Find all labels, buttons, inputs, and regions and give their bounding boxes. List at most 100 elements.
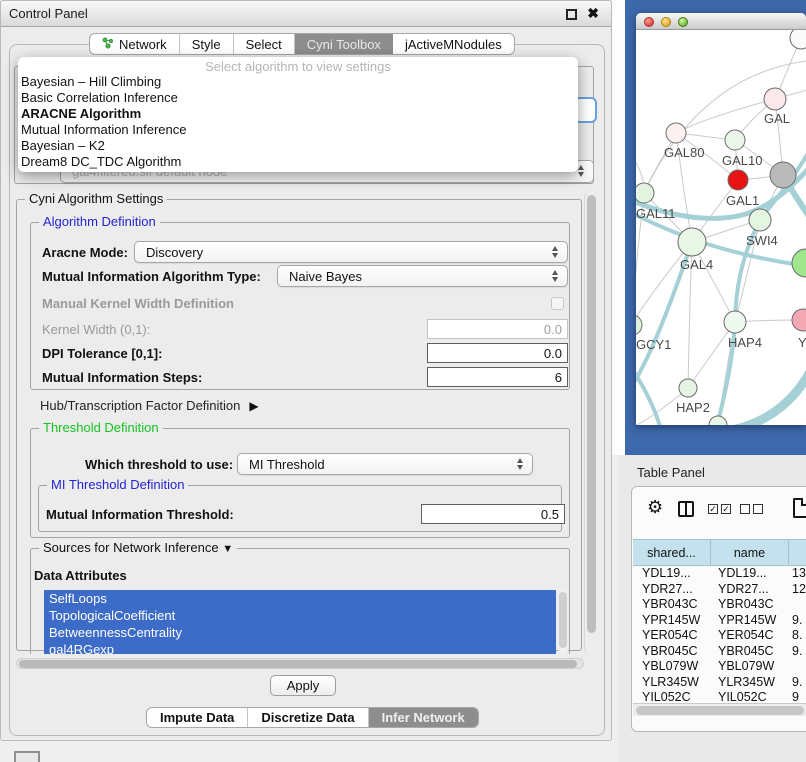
node-gal11[interactable] (636, 183, 654, 203)
close-traffic-light-icon[interactable] (644, 17, 654, 27)
dropdown-item[interactable]: Mutual Information Inference (21, 122, 186, 137)
node-gal[interactable] (764, 88, 786, 110)
aracne-mode-value: Discovery (146, 245, 203, 260)
dpi-tolerance-label: DPI Tolerance [0,1]: (42, 346, 162, 361)
table-row[interactable]: YBL079WYBL079W (633, 659, 806, 675)
list-scrollbar[interactable] (558, 590, 568, 654)
mi-type-combobox[interactable]: Naive Bayes (277, 265, 568, 287)
node[interactable] (790, 30, 806, 49)
table-row[interactable]: YLR345WYLR345W9. (633, 675, 806, 691)
chevron-down-icon: ▼ (222, 543, 233, 555)
which-threshold-combobox[interactable]: MI Threshold (237, 453, 533, 475)
tab-select[interactable]: Select (234, 34, 295, 54)
network-window-titlebar[interactable] (636, 13, 806, 30)
deselect-all-columns-icon[interactable] (740, 504, 763, 514)
column-header[interactable]: shared... (633, 539, 711, 566)
new-table-icon[interactable] (793, 498, 806, 518)
settings-horizontal-scrollbar[interactable] (16, 658, 584, 669)
tab-infer-network[interactable]: Infer Network (369, 708, 478, 727)
minimize-traffic-light-icon[interactable] (661, 17, 671, 27)
sources-expander[interactable]: Sources for Network Inference ▼ (39, 540, 237, 555)
combo-stepper-icon (517, 458, 523, 470)
zoom-traffic-light-icon[interactable] (678, 17, 688, 27)
node-label: HAP2 (676, 400, 710, 415)
column-header[interactable]: name (711, 539, 789, 566)
dropdown-item[interactable]: Dream8 DC_TDC Algorithm (21, 154, 181, 169)
node-hap2[interactable] (679, 379, 697, 397)
group-title: Algorithm Definition (39, 214, 160, 229)
node-label: GAL (764, 111, 790, 126)
node[interactable] (709, 416, 727, 425)
node-gal10[interactable] (725, 130, 745, 150)
table-panel-box: ⚙ ✓ ✓ shared... name YDL19...YDL (631, 486, 806, 732)
node-label: GAL4 (680, 257, 713, 272)
list-item[interactable]: gal4RGexp (44, 641, 556, 654)
manual-kernel-label: Manual Kernel Width Definition (42, 296, 234, 311)
list-item[interactable]: BetweennessCentrality (44, 624, 556, 641)
tab-label: Style (192, 37, 221, 52)
node-gcy1[interactable] (636, 315, 642, 335)
hub-definition-label: Hub/Transcription Factor Definition (40, 398, 240, 413)
table-row[interactable]: YIL052CYIL052C9 (633, 690, 806, 703)
tab-impute-data[interactable]: Impute Data (147, 708, 248, 727)
settings-vertical-scrollbar[interactable] (584, 192, 597, 654)
table-row[interactable]: YDR27...YDR27...12 (633, 582, 806, 598)
mi-steps-label: Mutual Information Steps: (42, 370, 202, 385)
tab-label: Cyni Toolbox (307, 37, 381, 52)
tab-network[interactable]: Network (90, 34, 180, 54)
table-row[interactable]: YBR043CYBR043C (633, 597, 806, 613)
mi-threshold-field[interactable]: 0.5 (421, 504, 565, 524)
dropdown-item[interactable]: Bayesian – Hill Climbing (21, 74, 161, 89)
table-toolbar: ⚙ ✓ ✓ (632, 487, 806, 537)
float-window-icon[interactable] (566, 9, 577, 20)
node-gal4[interactable] (678, 228, 706, 256)
tab-jactivemnodules[interactable]: jActiveMNodules (393, 34, 514, 54)
tab-cyni-toolbox[interactable]: Cyni Toolbox (295, 34, 393, 54)
columns-icon[interactable] (678, 501, 694, 517)
table-row[interactable]: YER054CYER054C8. (633, 628, 806, 644)
panel-title: Control Panel (9, 6, 88, 21)
aracne-mode-combobox[interactable]: Discovery (134, 241, 568, 263)
table-row[interactable]: YBR045CYBR045C9. (633, 644, 806, 660)
manual-kernel-checkbox[interactable] (551, 297, 564, 310)
node-label: Y (798, 335, 806, 350)
hub-definition-expander[interactable]: Hub/Transcription Factor Definition ▶ (40, 398, 259, 413)
node-y[interactable] (792, 309, 806, 331)
table-horizontal-scrollbar[interactable] (633, 703, 806, 716)
mi-type-value: Naive Bayes (289, 269, 362, 284)
node-green[interactable] (792, 249, 806, 277)
node-swi4[interactable] (749, 209, 771, 231)
dropdown-item[interactable]: Basic Correlation Inference (21, 90, 178, 105)
node-gal80[interactable] (666, 123, 686, 143)
dpi-tolerance-field[interactable]: 0.0 (427, 343, 568, 363)
select-all-columns-icon[interactable]: ✓ ✓ (708, 504, 731, 514)
table-row[interactable]: YDL19...YDL19...13 (633, 566, 806, 582)
kernel-width-field[interactable]: 0.0 (427, 319, 568, 339)
tab-style[interactable]: Style (180, 34, 234, 54)
close-icon[interactable]: ✖ (587, 5, 599, 22)
mi-steps-field[interactable]: 6 (427, 367, 568, 387)
node-gray[interactable] (770, 162, 796, 188)
network-view-window[interactable]: GAL GAL80 GAL10 GAL1 GAL11 SWI4 GAL4 GCY… (636, 13, 806, 425)
apply-button[interactable]: Apply (270, 675, 336, 696)
control-panel-titlebar[interactable]: Control Panel ✖ (1, 1, 611, 27)
node-label: SWI4 (746, 233, 778, 248)
column-header[interactable] (789, 539, 806, 566)
combo-stepper-icon (552, 270, 558, 282)
sources-title: Sources for Network Inference (43, 540, 219, 555)
table-row[interactable]: YPR145WYPR145W9. (633, 613, 806, 629)
node-gal1[interactable] (728, 170, 748, 190)
minimized-panel-icon[interactable] (14, 751, 40, 762)
dropdown-item[interactable]: Bayesian – K2 (21, 138, 105, 153)
data-attributes-list: SelfLoops TopologicalCoefficient Between… (44, 590, 556, 654)
tab-discretize-data[interactable]: Discretize Data (248, 708, 368, 727)
gear-icon[interactable]: ⚙ (647, 497, 663, 518)
list-item[interactable]: SelfLoops (44, 590, 556, 607)
network-canvas[interactable]: GAL GAL80 GAL10 GAL1 GAL11 SWI4 GAL4 GCY… (636, 30, 806, 425)
node-hap4[interactable] (724, 311, 746, 333)
screen: Control Panel ✖ Network Style (0, 0, 806, 762)
chevron-right-icon: ▶ (249, 399, 258, 413)
list-item[interactable]: TopologicalCoefficient (44, 607, 556, 624)
dropdown-item-selected[interactable]: ARACNE Algorithm (21, 106, 141, 121)
group-title: MI Threshold Definition (47, 477, 188, 492)
